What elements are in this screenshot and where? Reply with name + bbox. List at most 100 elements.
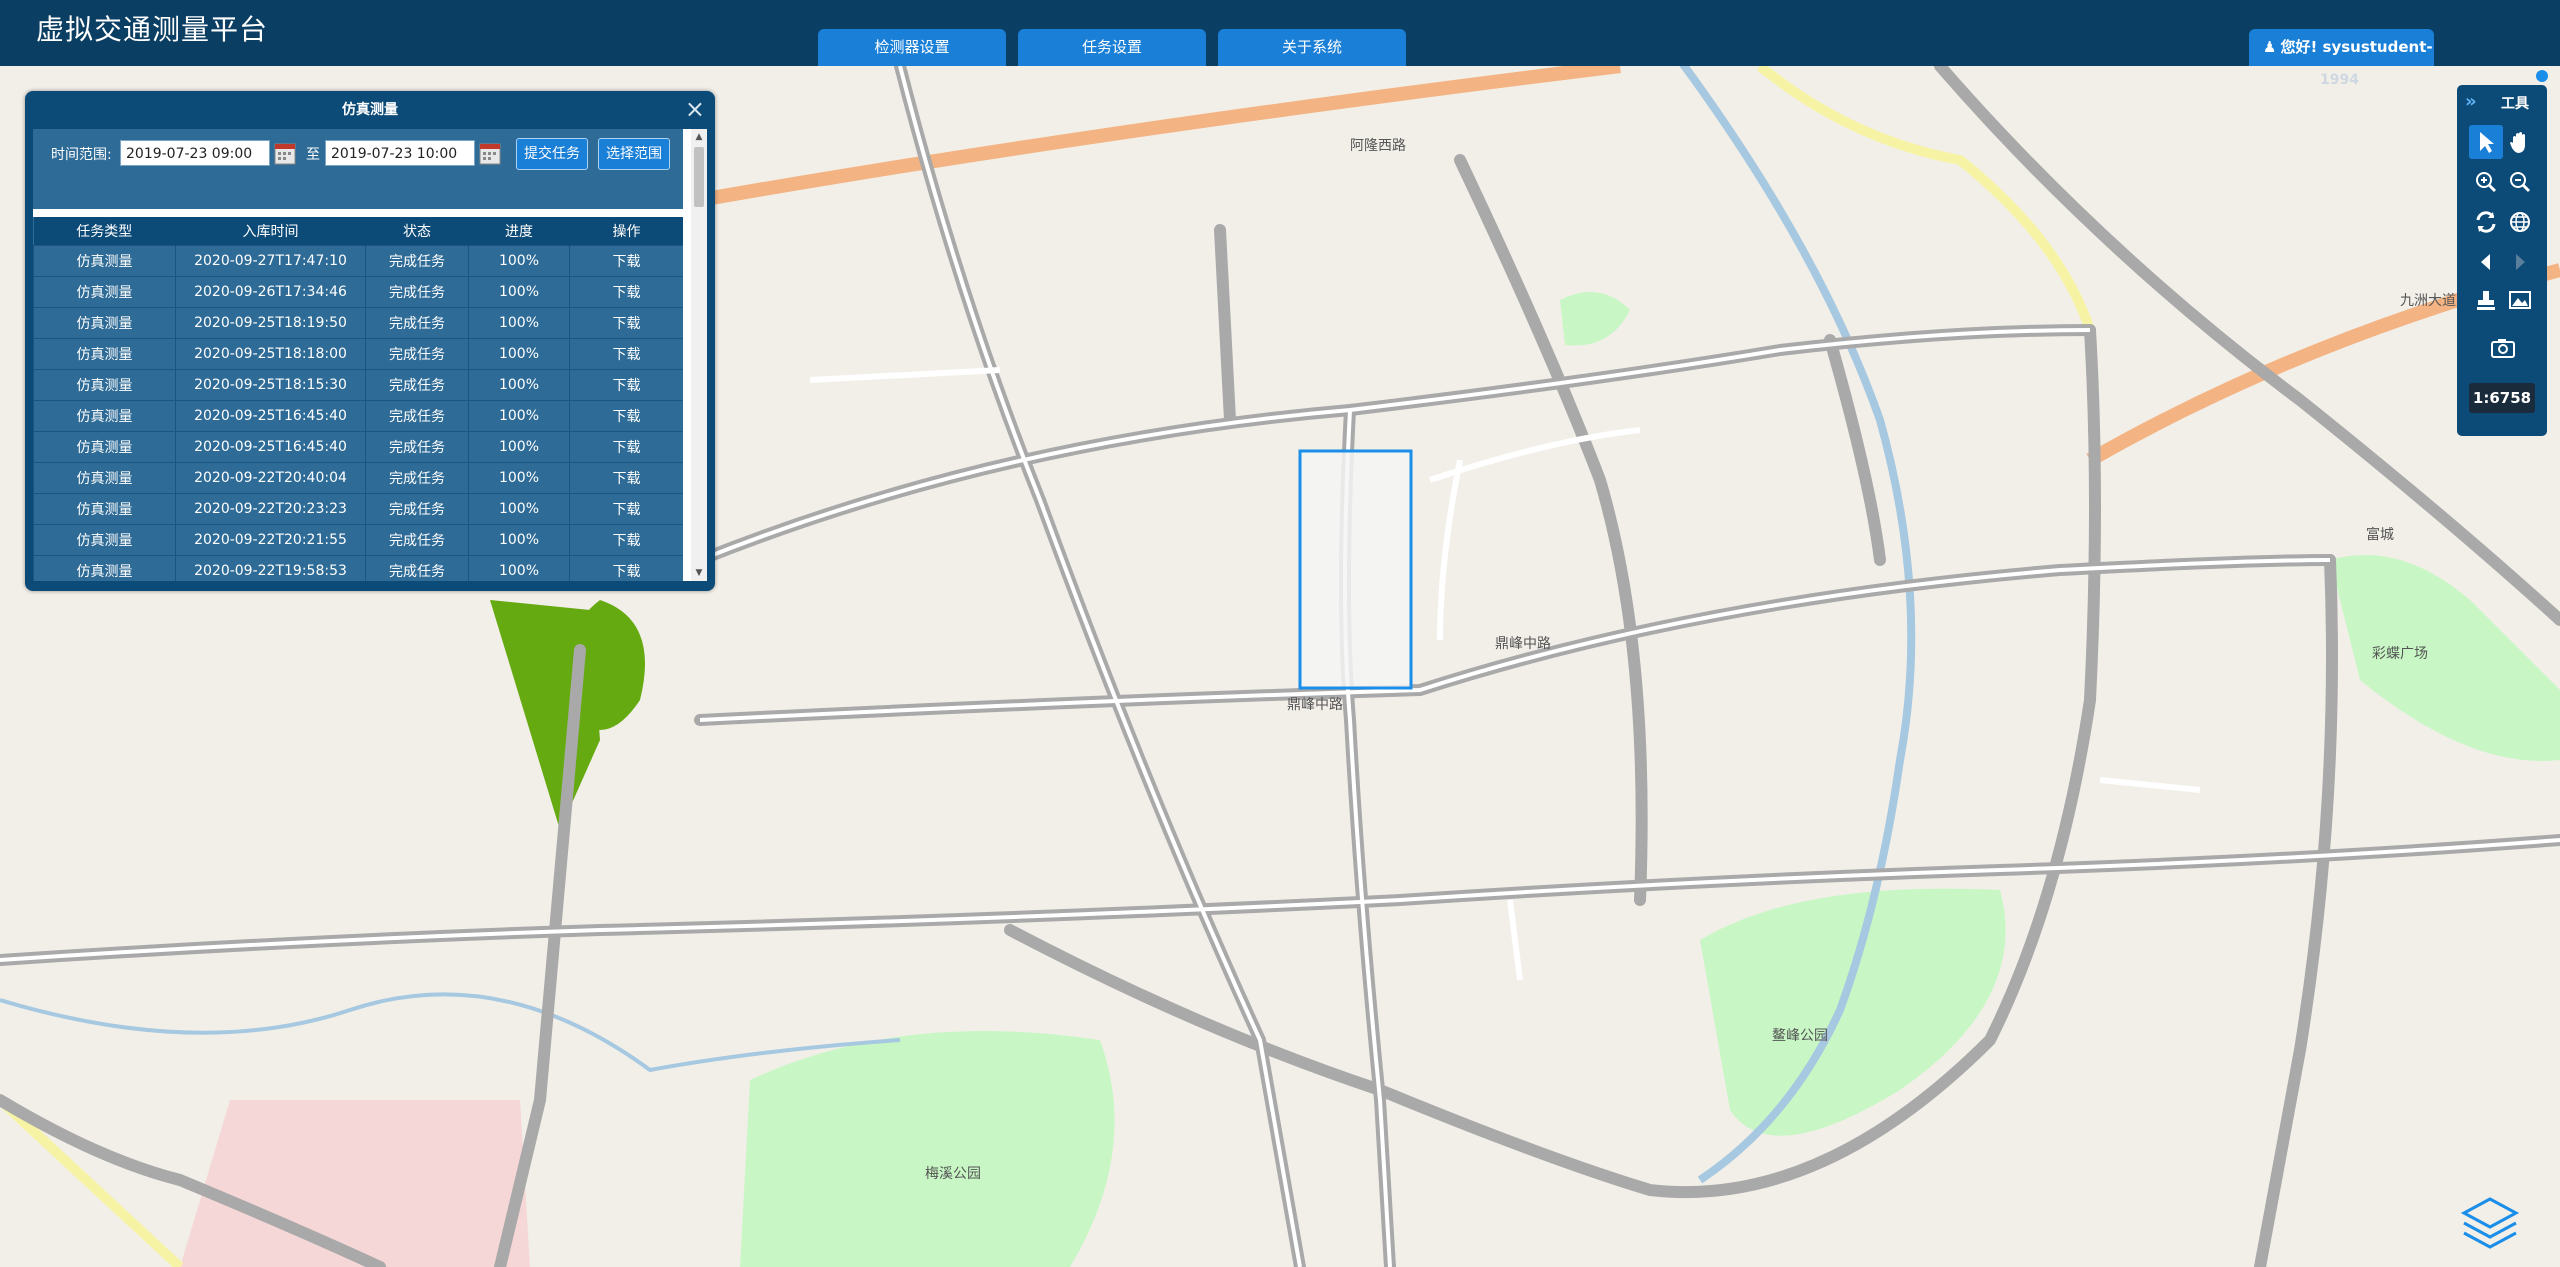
table-cell: 100%	[468, 555, 570, 581]
map-label: 鳌峰公园	[1772, 1027, 1828, 1044]
scale-indicator: 1:6758	[2469, 383, 2535, 413]
calendar-icon[interactable]	[274, 141, 296, 165]
table-cell: 完成任务	[365, 400, 469, 432]
download-link[interactable]: 下载	[569, 400, 683, 432]
table-cell: 仿真测量	[33, 276, 176, 308]
table-row[interactable]: 仿真测量 2020-09-22T20:40:04 完成任务 100% 下载	[33, 462, 683, 494]
table-cell: 2020-09-25T16:45:40	[175, 400, 366, 432]
layers-icon[interactable]	[2458, 1193, 2522, 1257]
picture-icon[interactable]	[2503, 283, 2537, 317]
top-bar: 虚拟交通测量平台 检测器设置 任务设置 关于系统 ♟ 您好! sysustuden…	[0, 0, 2560, 66]
table-scrollbar[interactable]: ▲ ▼	[691, 129, 707, 581]
map-label: 九洲大道	[2400, 293, 2456, 309]
table-cell: 2020-09-25T16:45:40	[175, 431, 366, 463]
table-cell: 完成任务	[365, 338, 469, 370]
map-label: 彩蝶广场	[2372, 646, 2428, 662]
column-header[interactable]: 进度	[468, 217, 570, 246]
download-link[interactable]: 下载	[569, 493, 683, 525]
download-link[interactable]: 下载	[569, 276, 683, 308]
table-row[interactable]: 仿真测量 2020-09-25T18:15:30 完成任务 100% 下载	[33, 369, 683, 401]
previous-view-icon[interactable]	[2469, 245, 2503, 279]
user-greeting: 您好! sysustudent-	[2280, 38, 2433, 56]
stamp-icon[interactable]	[2469, 283, 2503, 317]
camera-icon[interactable]	[2486, 331, 2520, 365]
table-cell: 完成任务	[365, 524, 469, 556]
scroll-thumb[interactable]	[694, 147, 704, 207]
table-row[interactable]: 仿真测量 2020-09-25T18:18:00 完成任务 100% 下载	[33, 338, 683, 370]
table-row[interactable]: 仿真测量 2020-09-25T18:19:50 完成任务 100% 下载	[33, 307, 683, 339]
pan-hand-icon[interactable]	[2503, 125, 2537, 159]
table-cell: 完成任务	[365, 493, 469, 525]
table-cell: 100%	[468, 245, 570, 277]
end-time-input[interactable]: 2019-07-23 10:00	[325, 140, 475, 166]
column-header[interactable]: 任务类型	[33, 217, 176, 246]
user-menu-button[interactable]: ♟ 您好! sysustudent-	[2249, 29, 2434, 66]
calendar-icon[interactable]	[479, 141, 501, 165]
scroll-up-icon[interactable]: ▲	[691, 129, 707, 145]
download-link[interactable]: 下载	[569, 338, 683, 370]
table-cell: 仿真测量	[33, 555, 176, 581]
table-row[interactable]: 仿真测量 2020-09-22T19:58:53 完成任务 100% 下载	[33, 555, 683, 581]
to-label: 至	[306, 147, 320, 163]
table-row[interactable]: 仿真测量 2020-09-26T17:34:46 完成任务 100% 下载	[33, 276, 683, 308]
download-link[interactable]: 下载	[569, 524, 683, 556]
table-cell: 2020-09-22T20:21:55	[175, 524, 366, 556]
table-row[interactable]: 仿真测量 2020-09-25T16:45:40 完成任务 100% 下载	[33, 431, 683, 463]
tools-header[interactable]: » 工具	[2457, 85, 2547, 119]
table-cell: 完成任务	[365, 276, 469, 308]
map-label: 阿隆西路	[1350, 138, 1406, 154]
table-cell: 2020-09-25T18:18:00	[175, 338, 366, 370]
select-range-button[interactable]: 选择范围	[598, 138, 670, 170]
table-cell: 仿真测量	[33, 307, 176, 339]
map-label: 鼎峰中路	[1495, 636, 1551, 652]
table-cell: 仿真测量	[33, 338, 176, 370]
table-header-row: 任务类型 入库时间 状态 进度 操作	[33, 217, 683, 246]
nav-task-settings[interactable]: 任务设置	[1018, 29, 1206, 66]
table-cell: 仿真测量	[33, 493, 176, 525]
close-icon[interactable]: ×	[685, 95, 705, 123]
table-cell: 仿真测量	[33, 400, 176, 432]
globe-icon[interactable]	[2503, 205, 2537, 239]
start-time-input[interactable]: 2019-07-23 09:00	[120, 140, 270, 166]
table-row[interactable]: 仿真测量 2020-09-22T20:21:55 完成任务 100% 下载	[33, 524, 683, 556]
next-view-icon[interactable]	[2503, 245, 2537, 279]
user-name-overflow: 1994	[2320, 72, 2359, 88]
zoom-out-icon[interactable]	[2503, 165, 2537, 199]
table-cell: 2020-09-27T17:47:10	[175, 245, 366, 277]
app-title: 虚拟交通测量平台	[36, 13, 269, 46]
expand-icon[interactable]: »	[2465, 91, 2477, 112]
column-header[interactable]: 操作	[569, 217, 683, 246]
nav-about-system[interactable]: 关于系统	[1218, 29, 1406, 66]
task-table: 任务类型 入库时间 状态 进度 操作 仿真测量 2020-09-27T17:47:…	[33, 217, 683, 581]
table-cell: 仿真测量	[33, 462, 176, 494]
panel-body: 时间范围: 2019-07-23 09:00 至 2019-07-23 10:0…	[33, 129, 707, 581]
column-header[interactable]: 入库时间	[175, 217, 366, 246]
time-range-label: 时间范围:	[51, 147, 112, 163]
table-cell: 仿真测量	[33, 369, 176, 401]
table-cell: 2020-09-25T18:15:30	[175, 369, 366, 401]
simulation-panel: 仿真测量 × 时间范围: 2019-07-23 09:00 至 2019-07-…	[25, 91, 715, 591]
nav-detector-settings[interactable]: 检测器设置	[818, 29, 1006, 66]
table-cell: 100%	[468, 524, 570, 556]
table-cell: 仿真测量	[33, 431, 176, 463]
tools-panel: » 工具 1:6758	[2457, 85, 2547, 436]
download-link[interactable]: 下载	[569, 369, 683, 401]
download-link[interactable]: 下载	[569, 245, 683, 277]
table-cell: 2020-09-22T20:23:23	[175, 493, 366, 525]
download-link[interactable]: 下载	[569, 307, 683, 339]
download-link[interactable]: 下载	[569, 431, 683, 463]
zoom-in-icon[interactable]	[2469, 165, 2503, 199]
download-link[interactable]: 下载	[569, 555, 683, 581]
column-header[interactable]: 状态	[365, 217, 469, 246]
table-row[interactable]: 仿真测量 2020-09-27T17:47:10 完成任务 100% 下载	[33, 245, 683, 277]
refresh-icon[interactable]	[2469, 205, 2503, 239]
scroll-down-icon[interactable]: ▼	[691, 565, 707, 581]
select-arrow-icon[interactable]	[2469, 125, 2503, 159]
table-cell: 2020-09-26T17:34:46	[175, 276, 366, 308]
table-row[interactable]: 仿真测量 2020-09-25T16:45:40 完成任务 100% 下载	[33, 400, 683, 432]
table-cell: 2020-09-22T19:58:53	[175, 555, 366, 581]
table-row[interactable]: 仿真测量 2020-09-22T20:23:23 完成任务 100% 下载	[33, 493, 683, 525]
download-link[interactable]: 下载	[569, 462, 683, 494]
table-cell: 2020-09-22T20:40:04	[175, 462, 366, 494]
submit-task-button[interactable]: 提交任务	[516, 138, 588, 170]
